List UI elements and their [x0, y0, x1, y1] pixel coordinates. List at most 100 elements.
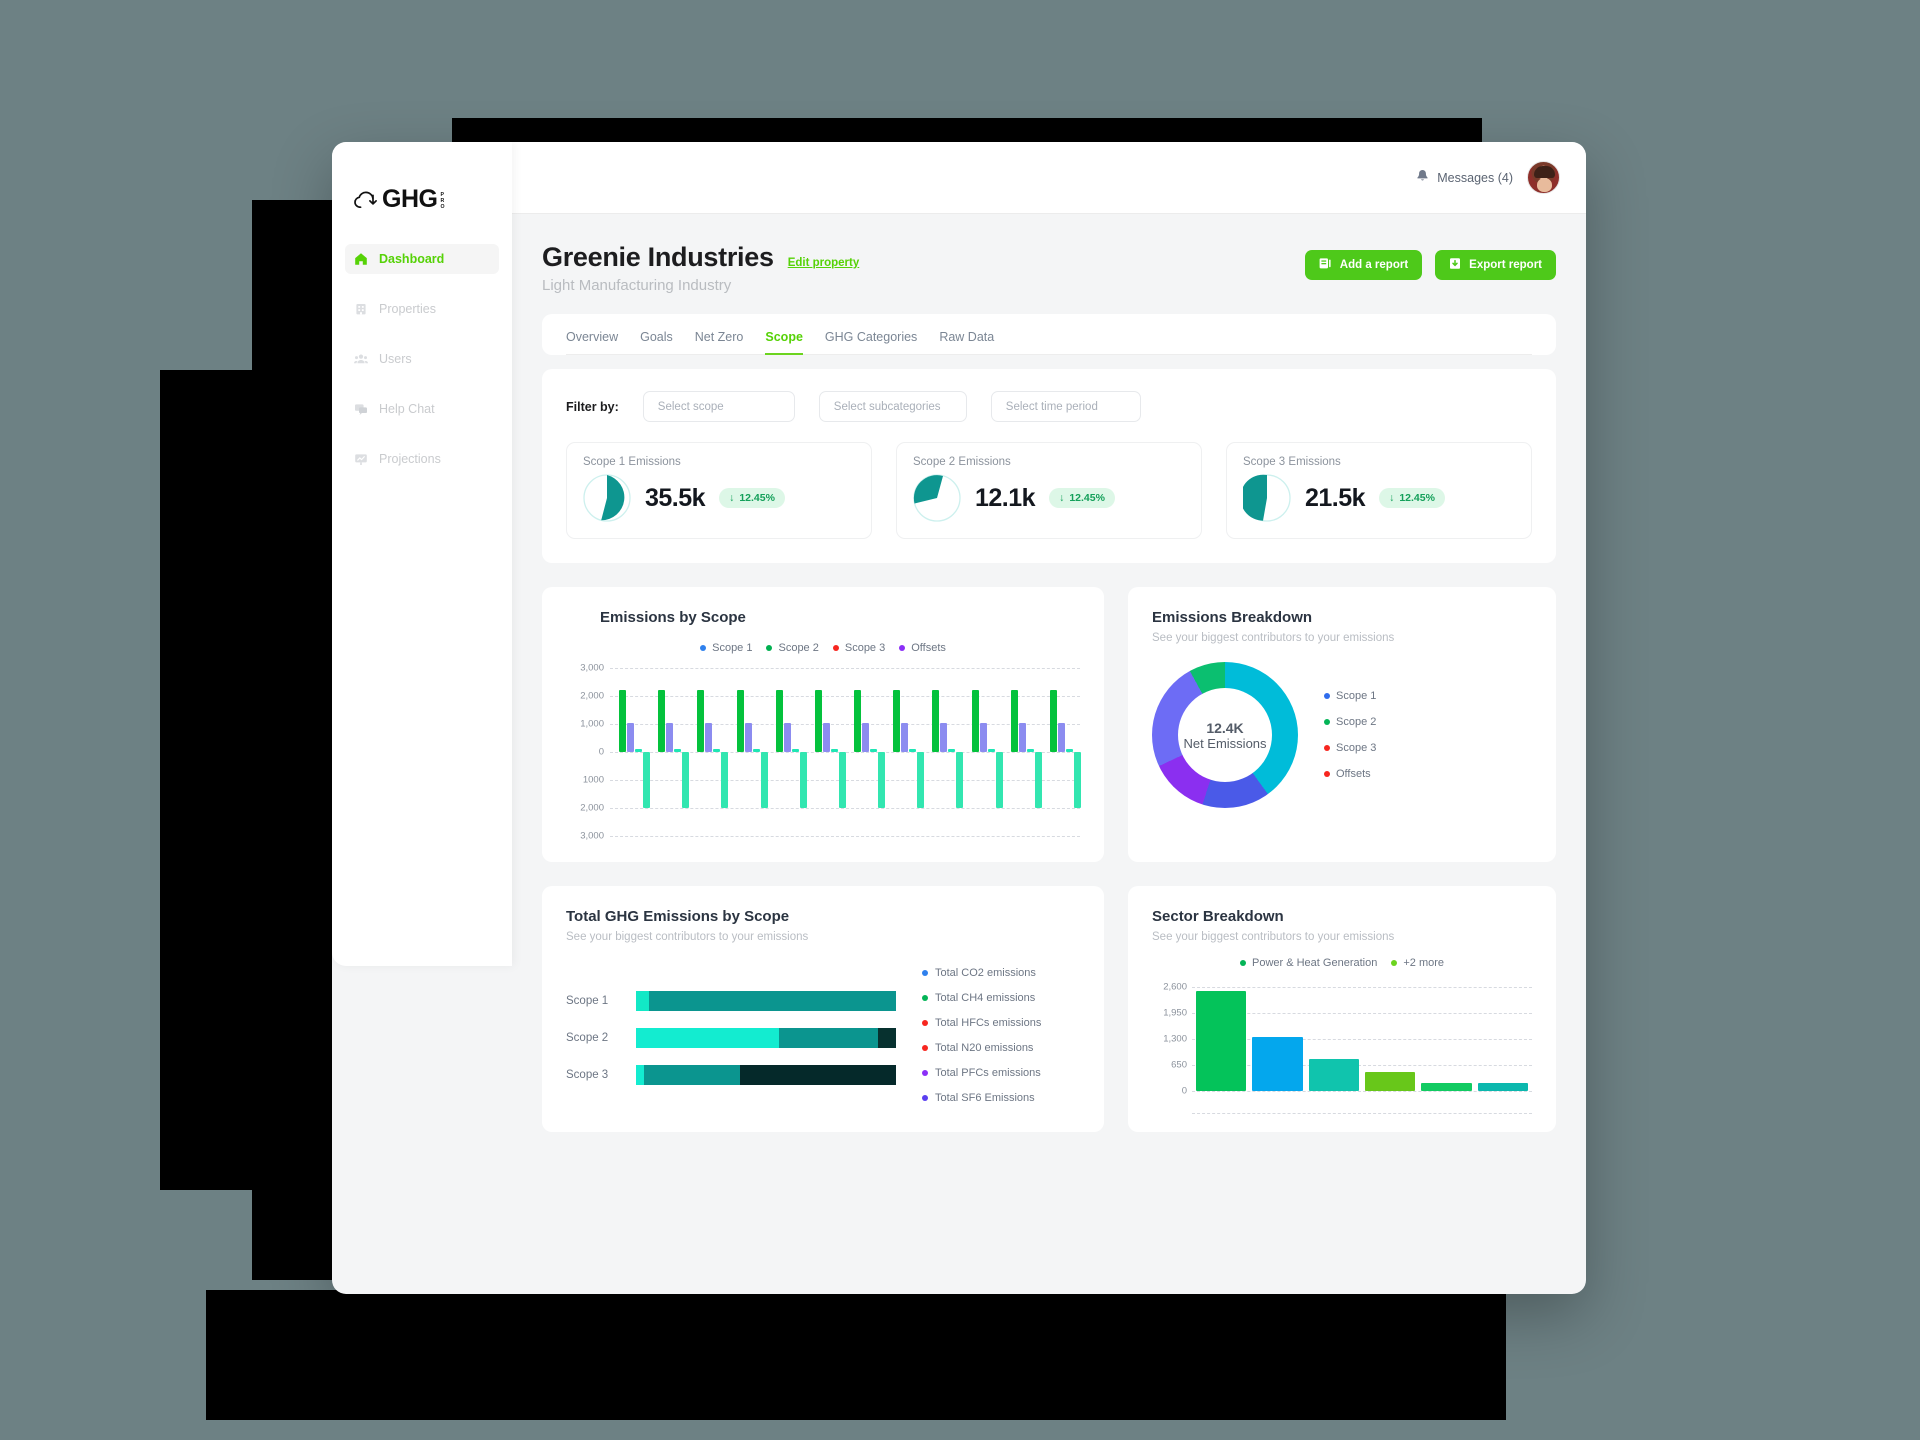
bar[interactable]	[979, 723, 987, 752]
bar[interactable]	[1065, 748, 1073, 752]
bar[interactable]	[1057, 723, 1065, 752]
select-time-period[interactable]: Select time period	[990, 391, 1141, 422]
bar-group[interactable]	[923, 668, 964, 836]
stacked-bar-segment[interactable]	[877, 1028, 896, 1048]
stacked-bar-row[interactable]: Scope 3	[566, 1065, 896, 1085]
bar[interactable]	[1049, 690, 1057, 752]
edit-property-link[interactable]: Edit property	[788, 257, 860, 269]
bar[interactable]	[814, 690, 822, 752]
select-scope[interactable]: Select scope	[642, 391, 795, 422]
kpi-card-scope-2[interactable]: Scope 2 Emissions 12.1k ↓ 12.45%	[896, 442, 1202, 539]
sector-bar[interactable]	[1421, 1083, 1472, 1091]
tab-goals[interactable]: Goals	[640, 330, 673, 354]
stacked-bar-row[interactable]: Scope 2	[566, 1028, 896, 1048]
sidebar-item-dashboard[interactable]: Dashboard	[345, 244, 499, 274]
stacked-bar-segment[interactable]	[643, 1065, 740, 1085]
bar[interactable]	[635, 748, 643, 752]
bar-group[interactable]	[688, 668, 729, 836]
bar-group[interactable]	[728, 668, 768, 836]
sidebar-item-projections[interactable]: Projections	[345, 444, 499, 474]
stacked-bar-row[interactable]: Scope 1	[566, 991, 896, 1011]
logo-superscript: PRO	[440, 191, 445, 211]
y-tick-label: 1000	[582, 774, 604, 786]
bar[interactable]	[893, 690, 901, 752]
tab-raw-data[interactable]: Raw Data	[939, 330, 994, 354]
bar[interactable]	[987, 748, 995, 752]
bar[interactable]	[697, 690, 705, 752]
bar[interactable]	[775, 690, 783, 752]
tab-net-zero[interactable]: Net Zero	[695, 330, 744, 354]
bar[interactable]	[1010, 690, 1018, 752]
sector-bar[interactable]	[1308, 1059, 1359, 1091]
bar[interactable]	[1026, 748, 1034, 752]
bar[interactable]	[713, 748, 721, 752]
bar-group[interactable]	[1002, 668, 1042, 836]
stacked-bar-segment[interactable]	[636, 1065, 644, 1085]
legend-item: Scope 3	[1324, 742, 1376, 754]
bar[interactable]	[932, 690, 940, 752]
messages-button[interactable]: Messages (4)	[1416, 169, 1513, 186]
bar[interactable]	[1018, 723, 1026, 752]
kpi-card-scope-1[interactable]: Scope 1 Emissions 35.5k ↓ 12.45%	[566, 442, 872, 539]
bar-group[interactable]	[649, 668, 690, 836]
bar[interactable]	[783, 723, 791, 752]
bar[interactable]	[627, 723, 635, 752]
bar[interactable]	[822, 723, 830, 752]
bar[interactable]	[744, 723, 752, 752]
sector-bar[interactable]	[1477, 1083, 1528, 1091]
bar[interactable]	[830, 748, 838, 752]
bar[interactable]	[870, 748, 878, 752]
bar-group[interactable]	[963, 668, 1003, 836]
sidebar: GHG PRO Dashboard Properties Users Help …	[332, 142, 512, 966]
bar[interactable]	[1073, 752, 1081, 808]
bar[interactable]	[862, 723, 870, 752]
sector-bar[interactable]	[1252, 1036, 1303, 1091]
bar[interactable]	[940, 723, 948, 752]
add-report-button[interactable]: Add a report	[1304, 250, 1423, 280]
export-report-button[interactable]: Export report	[1435, 250, 1556, 280]
y-tick-label: 3,000	[580, 830, 604, 842]
bar[interactable]	[854, 690, 862, 752]
bar-group[interactable]	[884, 668, 925, 836]
bar[interactable]	[971, 690, 979, 752]
stacked-bar-segment[interactable]	[779, 1028, 878, 1048]
sidebar-item-users[interactable]: Users	[345, 344, 499, 374]
bar[interactable]	[674, 748, 682, 752]
y-axis-labels: 0 650 1,300 1,950 2,600	[1152, 982, 1192, 1097]
bar[interactable]	[658, 690, 666, 752]
kpi-card-scope-3[interactable]: Scope 3 Emissions 21.5k ↓ 12.45%	[1226, 442, 1532, 539]
bar[interactable]	[705, 723, 713, 752]
avatar[interactable]	[1527, 161, 1560, 194]
sector-bar[interactable]	[1196, 991, 1247, 1091]
bar[interactable]	[791, 748, 799, 752]
stacked-bar	[636, 991, 896, 1011]
bar[interactable]	[666, 723, 674, 752]
bar-group[interactable]	[610, 668, 651, 836]
sidebar-item-properties[interactable]: Properties	[345, 294, 499, 324]
bar[interactable]	[948, 748, 956, 752]
bar-group[interactable]	[1041, 668, 1081, 836]
bar[interactable]	[909, 748, 917, 752]
stacked-bar-segment[interactable]	[649, 991, 896, 1011]
tab-ghg-categories[interactable]: GHG Categories	[825, 330, 917, 354]
bar[interactable]	[736, 690, 744, 752]
legend-item: Scope 1	[700, 642, 752, 654]
select-subcategories[interactable]: Select subcategories	[818, 391, 967, 422]
stacked-bar-segment[interactable]	[636, 991, 649, 1011]
stacked-bar-segment[interactable]	[636, 1028, 779, 1048]
bar[interactable]	[901, 723, 909, 752]
stacked-bar-segment[interactable]	[739, 1065, 896, 1085]
bar-group[interactable]	[767, 668, 807, 836]
stacked-bar-chart: Scope 1 Scope 2 Scope 3 Total CO2 emission…	[566, 965, 1080, 1104]
bar[interactable]	[752, 748, 760, 752]
bar[interactable]	[619, 690, 627, 752]
tab-scope[interactable]: Scope	[765, 330, 803, 355]
sidebar-item-help-chat[interactable]: Help Chat	[345, 394, 499, 424]
legend-item: Total SF6 Emissions	[922, 1092, 1080, 1104]
legend-label: Scope 3	[1336, 742, 1377, 754]
sector-bar[interactable]	[1364, 1071, 1416, 1091]
bar-group[interactable]	[845, 668, 886, 836]
tab-overview[interactable]: Overview	[566, 330, 618, 354]
bar-group[interactable]	[806, 668, 846, 836]
page-title: Greenie Industries	[542, 242, 774, 272]
